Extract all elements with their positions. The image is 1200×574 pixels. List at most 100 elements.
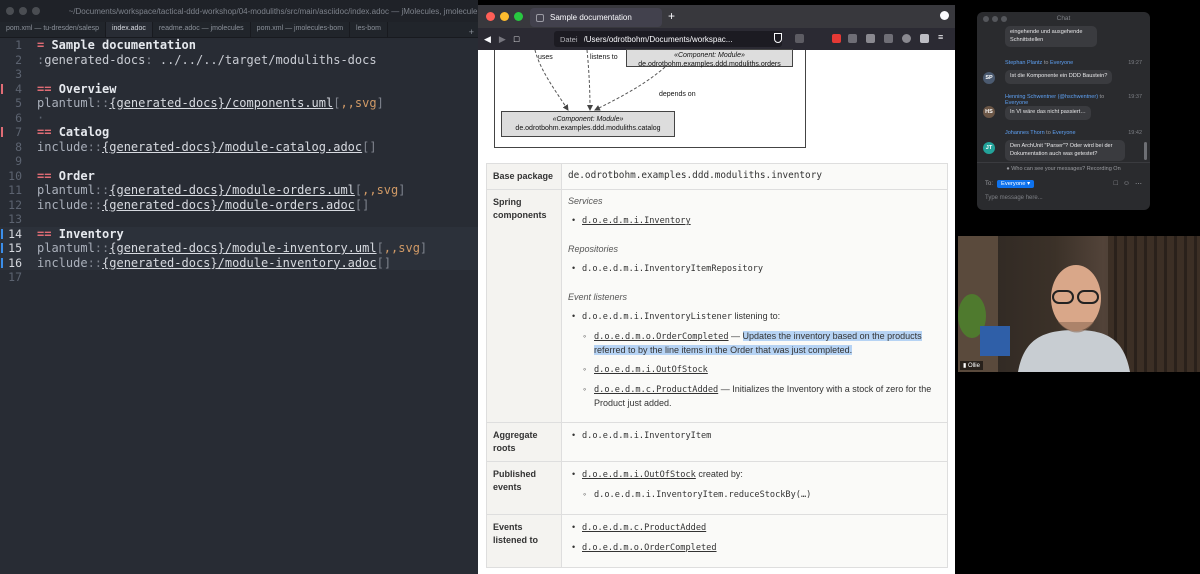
zoom-window-button[interactable] [31, 7, 40, 15]
row-value-aggregate-roots: d.o.e.d.m.i.InventoryItem [561, 422, 948, 462]
line-number: 3 [15, 67, 22, 81]
macro-options: ,,svg [383, 241, 420, 255]
row-label-spring-components: Spring components [486, 189, 562, 423]
code-line[interactable]: 9 [0, 154, 478, 169]
code-line[interactable]: 8 include::{generated-docs}/module-catalo… [0, 140, 478, 155]
tab-list-icon[interactable] [940, 11, 949, 20]
heading-marker: = [37, 38, 52, 52]
file-icon[interactable]: □ [1114, 180, 1118, 188]
code-line[interactable]: 12 include::{generated-docs}/module-order… [0, 198, 478, 213]
extension-icon[interactable] [848, 34, 857, 43]
close-window-button[interactable] [6, 7, 14, 15]
code-text: include::{generated-docs}/module-orders.… [37, 198, 369, 213]
extensions-puzzle-icon[interactable] [920, 34, 929, 43]
extension-icon[interactable] [884, 34, 893, 43]
to-word: to [1042, 60, 1050, 66]
minimize-window-button[interactable] [992, 16, 998, 22]
line-number: 12 [8, 197, 22, 212]
list-item: d.o.e.d.m.o.OrderCompleted [568, 541, 941, 555]
sender-name: Johannes Thorn [1005, 130, 1045, 136]
chat-recipient-select[interactable]: Everyone ▾ [997, 180, 1035, 188]
extension-icon[interactable] [902, 34, 911, 43]
chat-to-label: To: [985, 181, 994, 187]
code-line[interactable]: 7 == Catalog [0, 125, 478, 140]
back-icon[interactable]: ◀ [484, 34, 491, 45]
chat-privacy-notice[interactable]: ● Who can see your messages? Recording O… [977, 162, 1150, 174]
code-line[interactable]: 10 == Order [0, 169, 478, 184]
code-text: include::{generated-docs}/module-catalog… [37, 140, 377, 155]
emoji-icon[interactable]: ☺ [1123, 180, 1130, 188]
extension-icon[interactable] [866, 34, 875, 43]
code-line[interactable]: 3 [0, 67, 478, 82]
listened-event-link[interactable]: d.o.e.d.m.c.ProductAdded [582, 523, 706, 533]
published-source: d.o.e.d.m.i.InventoryItem.reduceStockBy(… [594, 490, 812, 500]
event-link[interactable]: d.o.e.d.m.i.OutOfStock [594, 365, 708, 375]
published-event-link[interactable]: d.o.e.d.m.i.OutOfStock [582, 470, 696, 480]
code-text: == Order [37, 169, 95, 184]
url-protocol-label: Datei [560, 34, 578, 44]
service-link[interactable]: d.o.e.d.m.i.Inventory [582, 216, 691, 226]
pocket-icon[interactable] [795, 34, 804, 43]
code-line[interactable]: 6 · [0, 111, 478, 126]
listener-suffix: listening to: [732, 311, 781, 321]
chat-scrollbar[interactable] [1144, 142, 1147, 160]
avatar: HS [983, 106, 995, 118]
bracket: ] [362, 197, 370, 212]
code-line[interactable]: 16 include::{generated-docs}/module-inven… [0, 255, 478, 271]
menu-icon[interactable]: ≡ [938, 32, 947, 42]
edge-label-uses: uses [538, 54, 553, 61]
edge-depends-on [594, 66, 666, 111]
editor-tab[interactable]: pom.xml — tu-dresden/salesp [0, 22, 106, 37]
code-line[interactable]: 11 plantuml::{generated-docs}/module-orde… [0, 183, 478, 198]
editor-titlebar: ~/Documents/workspace/tactical-ddd-works… [0, 0, 478, 22]
address-bar[interactable]: Datei /Users/odrotbohm/Documents/workspa… [554, 31, 782, 47]
more-icon[interactable]: ⋯ [1135, 180, 1142, 188]
close-window-button[interactable] [983, 16, 989, 22]
close-window-button[interactable] [486, 12, 495, 21]
heading-marker: == [37, 168, 59, 183]
editor-text-area[interactable]: 1 = Sample documentation 2:generated-docs:… [0, 38, 478, 574]
row-value-base-package: de.odrotbohm.examples.ddd.moduliths.inve… [561, 163, 948, 190]
zoom-window-button[interactable] [1001, 16, 1007, 22]
new-tab-button[interactable]: + [668, 9, 675, 23]
minimize-window-button[interactable] [500, 12, 509, 21]
code-editor-window: ~/Documents/workspace/tactical-ddd-works… [0, 0, 478, 574]
shield-icon[interactable] [774, 33, 782, 43]
listened-event-link[interactable]: d.o.e.d.m.o.OrderCompleted [582, 543, 717, 553]
new-tab-button[interactable]: + [465, 27, 478, 37]
bracket: [ [376, 241, 384, 255]
code-line[interactable]: 4 == Overview [0, 82, 478, 97]
heading-text: Overview [58, 81, 117, 96]
minimize-window-button[interactable] [18, 7, 27, 15]
editor-tab[interactable]: les-bom [350, 22, 388, 37]
editor-tab[interactable]: index.adoc [105, 22, 153, 37]
browser-tab-bar: Sample documentation + [478, 5, 955, 28]
browser-tab[interactable]: Sample documentation [530, 8, 662, 27]
event-link[interactable]: d.o.e.d.m.o.OrderCompleted [594, 332, 729, 342]
code-line[interactable]: 14 == Inventory [0, 226, 478, 241]
code-text: include::{generated-docs}/module-invento… [37, 256, 391, 271]
code-line[interactable]: 2:generated-docs: ../../../target/moduli… [0, 53, 478, 68]
editor-tab[interactable]: readme.adoc — jmolecules [153, 22, 251, 37]
row-value-events-listened: d.o.e.d.m.c.ProductAdded d.o.e.d.m.o.Ord… [561, 514, 948, 568]
code-line[interactable]: 13 [0, 212, 478, 227]
code-line[interactable]: 15 plantuml::{generated-docs}/module-inve… [0, 241, 478, 256]
message-bubble: Ist die Komponente ein DDD Baustein? [1005, 70, 1113, 84]
editor-tab[interactable]: pom.xml — jmolecules-bom [251, 22, 351, 37]
code-line[interactable]: 17 [0, 270, 478, 285]
code-line[interactable]: 5 plantuml::{generated-docs}/components.u… [0, 96, 478, 111]
code-line[interactable]: 1 = Sample documentation [0, 38, 478, 53]
edge-label-depends: depends on [659, 91, 696, 98]
zoom-window-button[interactable] [514, 12, 523, 21]
attribute-name: generated-docs [44, 52, 146, 67]
chat-message-list[interactable]: eingehende und ausgehende Schnittstellen… [977, 26, 1150, 176]
macro-target: {generated-docs}/module-inventory.uml [109, 241, 377, 255]
table-row: Published events d.o.e.d.m.i.OutOfStock … [486, 461, 948, 515]
line-number: 10 [8, 168, 22, 183]
chat-message-input[interactable]: Type message here... [985, 192, 1142, 204]
extension-red-icon[interactable] [832, 34, 841, 43]
forward-icon[interactable]: ▶ [499, 34, 506, 45]
row-label-published-events: Published events [486, 461, 562, 515]
bookmark-icon[interactable]: □ [514, 34, 519, 44]
event-link[interactable]: d.o.e.d.m.c.ProductAdded [594, 385, 718, 395]
